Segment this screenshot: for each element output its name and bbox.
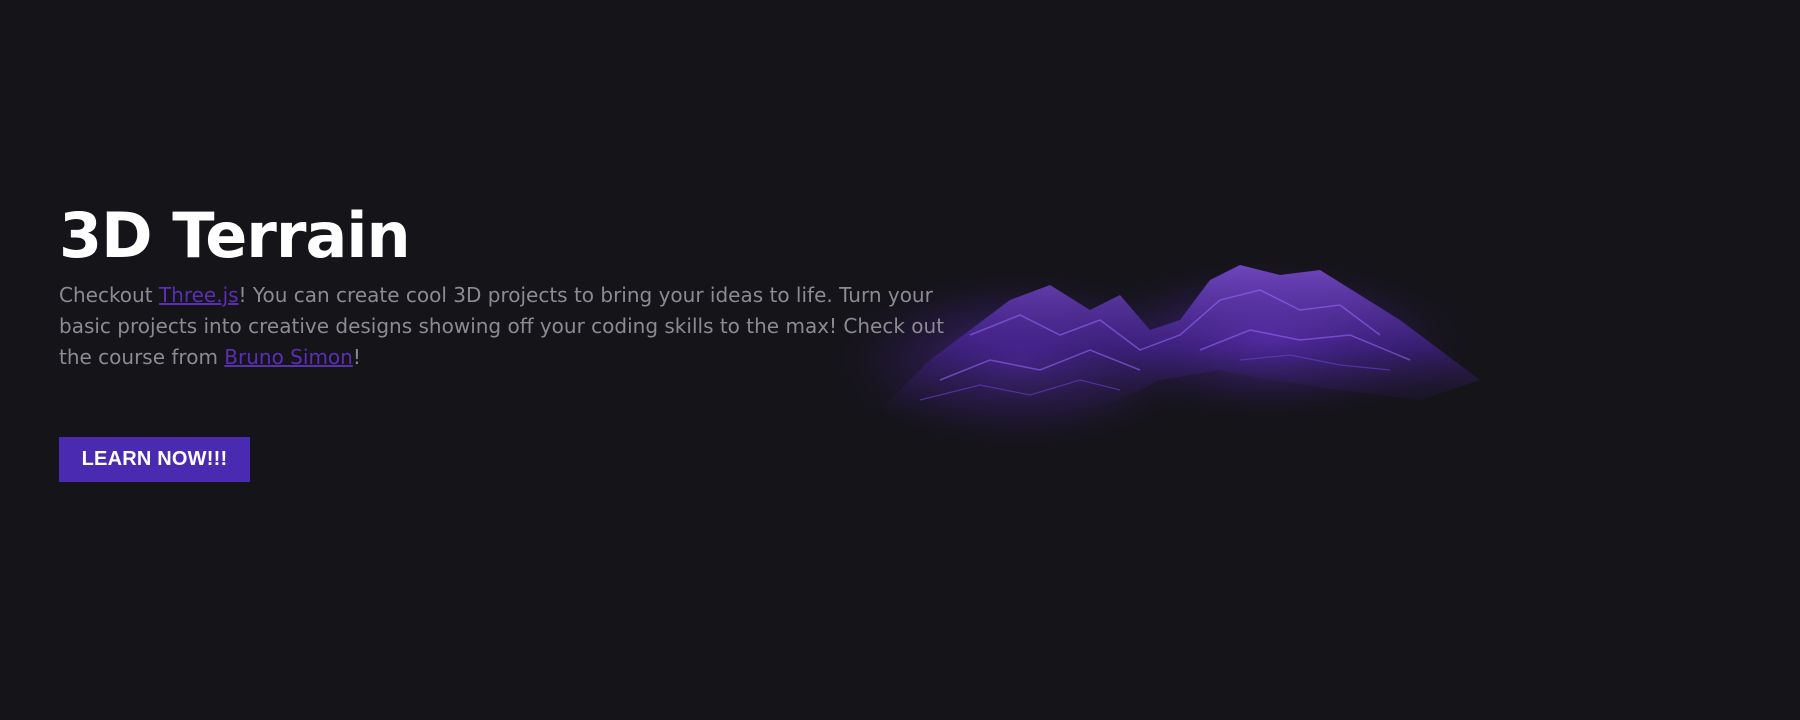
hero-section: 3D Terrain Checkout Three.js! You can cr… bbox=[59, 196, 979, 373]
description-text-end: ! bbox=[352, 345, 361, 369]
hero-description: Checkout Three.js! You can create cool 3… bbox=[59, 280, 979, 373]
page-title: 3D Terrain bbox=[59, 199, 411, 272]
learn-now-button[interactable]: LEARN NOW!!! bbox=[59, 437, 250, 482]
bruno-simon-link[interactable]: Bruno Simon bbox=[224, 345, 353, 369]
threejs-link[interactable]: Three.js bbox=[159, 283, 239, 307]
description-text-start: Checkout bbox=[59, 283, 159, 307]
